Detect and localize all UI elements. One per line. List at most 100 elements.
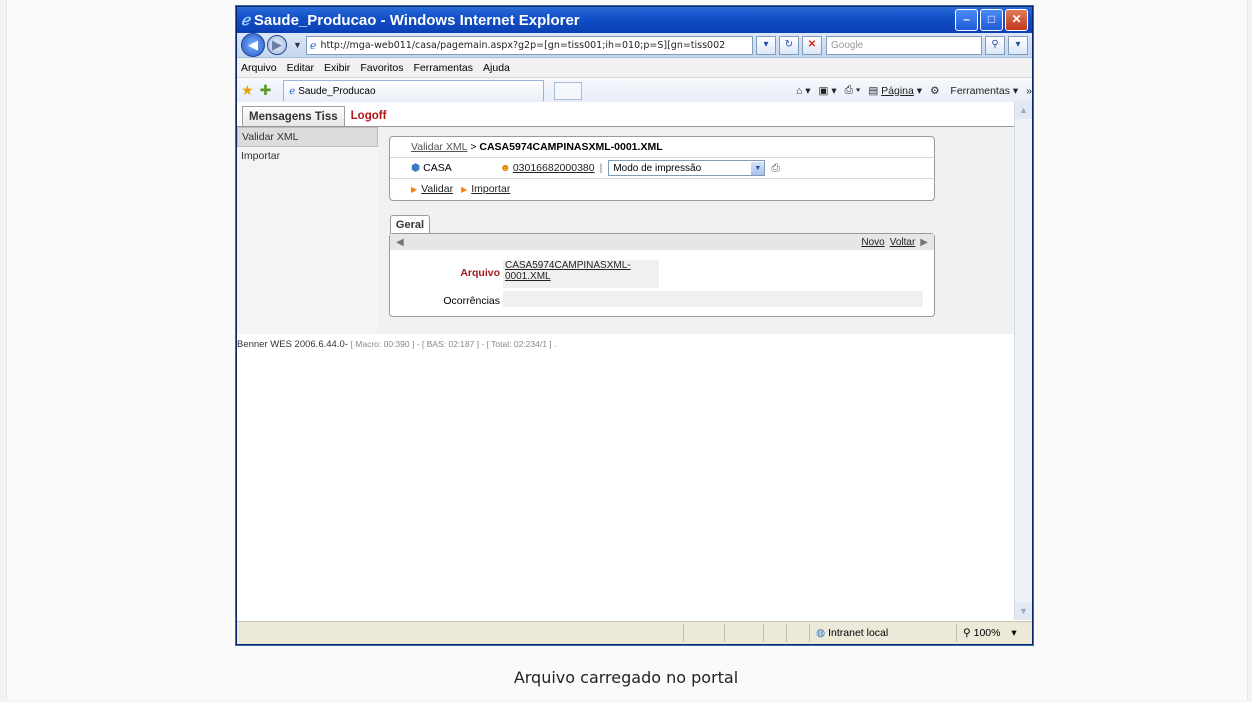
app-footer: Benner WES 2006.6.44.0- [ Macro: 00:390 …: [237, 339, 556, 350]
maximize-button[interactable]: □: [980, 9, 1003, 31]
arrow-right-icon: ▶: [411, 184, 418, 194]
sidebar-item-validar-xml[interactable]: Validar XML: [237, 127, 378, 147]
favorites-bar: ★ ✚ ℯ Saude_Producao ⌂ ▾ ▣ ▾ ⎙ ▾ ▤ Págin…: [237, 78, 1032, 104]
breadcrumb: Validar XML > CASA5974CAMPINASXML-0001.X…: [390, 137, 934, 158]
globe-icon: ◍: [816, 627, 826, 639]
user-link[interactable]: 03016682000380: [513, 162, 595, 174]
figure-caption: Arquivo carregado no portal: [513, 668, 739, 687]
company-icon: ⬢: [411, 162, 421, 174]
header-panel: Validar XML > CASA5974CAMPINASXML-0001.X…: [389, 136, 935, 201]
print-mode-value: Modo de impressão: [613, 162, 702, 174]
version-text: Benner WES 2006.6.44.0-: [237, 339, 348, 350]
ferramentas-menu[interactable]: ⚙ Ferramentas ▾: [930, 85, 1018, 97]
favorites-star-icon[interactable]: ★: [241, 82, 254, 99]
menu-bar: Arquivo Editar Exibir Favoritos Ferramen…: [237, 58, 1032, 78]
url-text: http://mga-web011/casa/pagemain.aspx?g2p…: [320, 39, 726, 51]
sidebar-item-importar[interactable]: Importar: [237, 147, 378, 165]
add-favorite-icon[interactable]: ✚: [260, 82, 272, 99]
status-seg: [683, 624, 724, 642]
url-dropdown-button[interactable]: ▾: [756, 35, 776, 55]
forward-button[interactable]: ▶: [267, 35, 287, 55]
importar-link[interactable]: Importar: [471, 183, 510, 195]
main-area: Validar XML > CASA5974CAMPINASXML-0001.X…: [378, 127, 1014, 334]
logoff-link[interactable]: Logoff: [345, 106, 393, 126]
zoom-text: 100%: [973, 627, 1001, 639]
chevron-right-icon[interactable]: ▶: [920, 237, 928, 248]
close-button[interactable]: ✕: [1005, 9, 1028, 31]
breadcrumb-current: CASA5974CAMPINASXML-0001.XML: [479, 141, 663, 153]
stop-button[interactable]: ✕: [802, 35, 822, 55]
menu-ajuda[interactable]: Ajuda: [483, 62, 510, 74]
chevron-left-icon[interactable]: ◀: [396, 237, 404, 248]
arquivo-value[interactable]: CASA5974CAMPINASXML- 0001.XML: [503, 260, 659, 288]
browser-window: ℯ Saude_Producao - Windows Internet Expl…: [236, 6, 1033, 645]
tab-geral[interactable]: Geral: [390, 215, 430, 234]
vertical-scrollbar[interactable]: ▲ ▼: [1014, 102, 1032, 620]
home-icon[interactable]: ⌂ ▾: [796, 85, 811, 97]
zone-indicator[interactable]: ◍ Intranet local: [809, 624, 956, 642]
arquivo-link-line2: 0001.XML: [505, 271, 551, 282]
zoom-control[interactable]: ⚲ 100% ▾: [956, 624, 1017, 642]
browser-tab[interactable]: ℯ Saude_Producao: [283, 80, 545, 101]
company-name: CASA: [423, 162, 452, 174]
page-icon: ℯ: [309, 38, 317, 52]
arquivo-label: Arquivo: [460, 267, 500, 279]
pagina-menu[interactable]: ▤ Página ▾: [868, 85, 922, 97]
actions-row: ▶ Validar ▶ Importar: [390, 179, 934, 199]
command-bar: ⌂ ▾ ▣ ▾ ⎙ ▾ ▤ Página ▾ ⚙ Ferramentas ▾ »: [788, 84, 1032, 97]
breadcrumb-separator: >: [467, 141, 480, 153]
user-icon: ☻: [499, 162, 511, 174]
history-dropdown-icon[interactable]: ▼: [293, 40, 302, 50]
status-bar: ◍ Intranet local ⚲ 100% ▾: [237, 621, 1032, 644]
form-panel: ◀ Novo Voltar ▶ Arquivo CASA5974CAMPINAS…: [389, 233, 935, 317]
url-input[interactable]: ℯ http://mga-web011/casa/pagemain.aspx?g…: [305, 35, 753, 55]
validar-link[interactable]: Validar: [421, 183, 453, 195]
browser-tab-label: Saude_Producao: [298, 85, 376, 97]
menu-editar[interactable]: Editar: [287, 62, 314, 74]
zone-text: Intranet local: [828, 627, 889, 639]
tab-mensagens-tiss[interactable]: Mensagens Tiss: [242, 106, 345, 126]
status-seg: [724, 624, 763, 642]
scroll-down-icon[interactable]: ▼: [1015, 603, 1032, 620]
novo-link[interactable]: Novo: [861, 237, 884, 248]
print-icon[interactable]: ⎙ ▾: [845, 84, 861, 97]
scroll-up-icon[interactable]: ▲: [1015, 102, 1032, 119]
menu-ferramentas[interactable]: Ferramentas: [414, 62, 474, 74]
ocorrencias-value: [503, 291, 923, 307]
window-title: Saude_Producao - Windows Internet Explor…: [253, 11, 580, 29]
pagina-label: Página: [881, 84, 914, 97]
info-separator: |: [599, 162, 603, 174]
printer-icon[interactable]: ⎙: [771, 162, 779, 175]
tab-page-icon: ℯ: [289, 85, 296, 97]
minimize-button[interactable]: –: [955, 9, 978, 31]
arquivo-link-line1: CASA5974CAMPINASXML-: [505, 260, 631, 271]
chevron-down-icon: ▼: [751, 161, 765, 175]
menu-exibir[interactable]: Exibir: [324, 62, 350, 74]
breadcrumb-link[interactable]: Validar XML: [411, 141, 467, 153]
voltar-link[interactable]: Voltar: [890, 237, 916, 248]
page-content: Mensagens Tiss Logoff Validar XML Import…: [237, 102, 1014, 620]
status-seg: [786, 624, 809, 642]
menu-arquivo[interactable]: Arquivo: [241, 62, 277, 74]
arrow-right-icon: ▶: [461, 184, 468, 194]
chevron-down-icon: ▾: [1011, 627, 1017, 639]
new-tab-button[interactable]: [554, 81, 583, 100]
chevron-more-icon[interactable]: »: [1026, 85, 1032, 97]
menu-favoritos[interactable]: Favoritos: [360, 62, 403, 74]
title-bar: ℯ Saude_Producao - Windows Internet Expl…: [237, 7, 1032, 33]
sidebar: Validar XML Importar: [237, 127, 379, 334]
ferramentas-label: Ferramentas: [950, 84, 1010, 97]
search-input[interactable]: Google: [826, 35, 982, 55]
zoom-icon: ⚲: [963, 627, 971, 639]
print-mode-select[interactable]: Modo de impressão ▼: [608, 160, 766, 176]
back-button[interactable]: ◀: [241, 33, 265, 57]
feeds-icon[interactable]: ▣ ▾: [818, 85, 836, 97]
info-row: ⬢ CASA ☻ 03016682000380 | Modo de impres…: [390, 158, 934, 179]
stats-text: [ Macro: 00:390 ] - [ BAS: 02:187 ] - [ …: [350, 339, 557, 349]
search-options-button[interactable]: ▾: [1008, 35, 1028, 55]
ocorrencias-label: Ocorrências: [443, 295, 500, 307]
search-icon[interactable]: ⚲: [985, 35, 1005, 55]
address-bar: ◀ ▶ ▼ ℯ http://mga-web011/casa/pagemain.…: [237, 33, 1032, 58]
status-seg: [763, 624, 786, 642]
refresh-button[interactable]: ↻: [779, 35, 799, 55]
